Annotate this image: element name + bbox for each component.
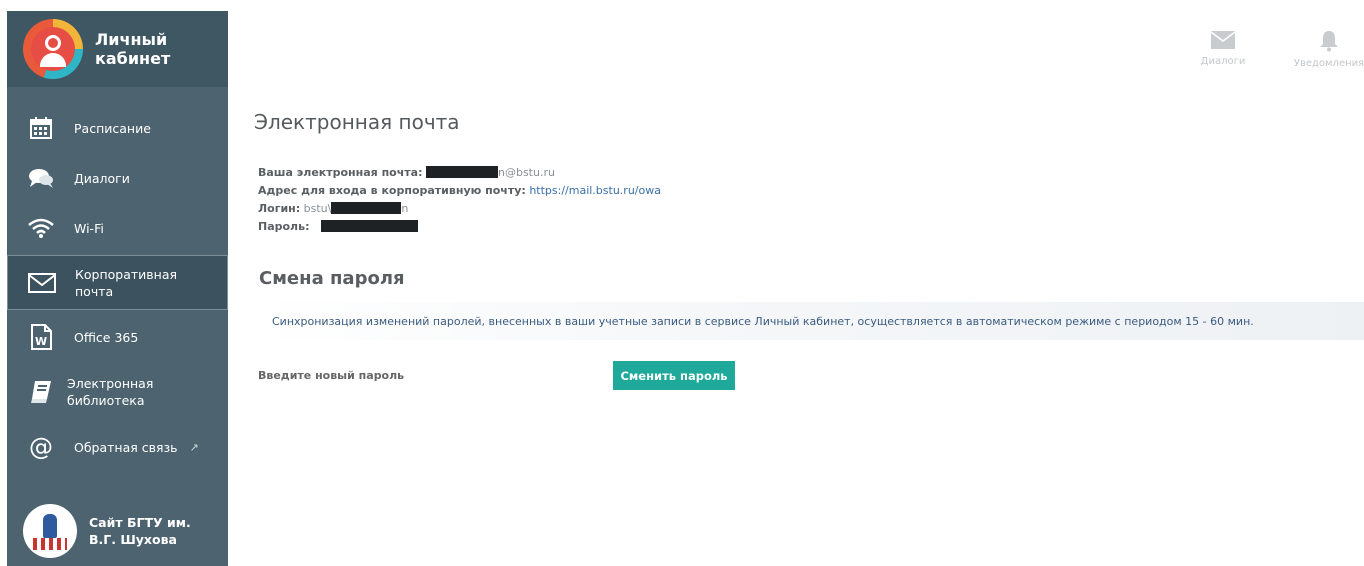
site-link-label: Сайт БГТУ им. В.Г. Шухова <box>89 515 191 547</box>
sidebar-item-corporate-mail[interactable]: Корпоративная почта <box>7 255 228 310</box>
email-suffix: n@bstu.ru <box>497 166 555 179</box>
book-icon <box>27 378 55 406</box>
brand-title: Личный кабинет <box>95 30 171 68</box>
sidebar-nav: Расписание Диалоги Wi-Fi Корпоративная п… <box>7 103 228 472</box>
sidebar-item-office365[interactable]: W Office 365 <box>7 312 228 362</box>
sync-notice-text: Синхронизация изменений паролей, внесенн… <box>272 314 1254 328</box>
sidebar-item-label: Корпоративная почта <box>75 266 177 299</box>
password-label: Пароль: <box>258 220 310 233</box>
chat-icon <box>27 164 55 192</box>
redacted-block <box>320 220 418 232</box>
login-label: Логин: <box>258 202 301 215</box>
mail-icon <box>1210 31 1236 49</box>
sidebar-item-label: Обратная связь <box>74 439 178 455</box>
svg-text:W: W <box>35 335 47 348</box>
sidebar-item-label: Электронная библиотека <box>67 376 154 408</box>
redacted-block <box>331 202 402 214</box>
sync-notice: Синхронизация изменений паролей, внесенн… <box>258 302 1364 340</box>
section-title-password: Смена пароля <box>259 268 405 289</box>
sidebar-item-feedback[interactable]: @ Обратная связь ↗ <box>7 422 228 472</box>
brand-logo <box>23 19 83 79</box>
sidebar-item-label: Wi-Fi <box>74 220 104 236</box>
envelope-icon <box>28 269 56 297</box>
email-row: Ваша электронная почта: n@bstu.ru <box>258 164 661 182</box>
sidebar-item-wifi[interactable]: Wi-Fi <box>7 203 228 253</box>
header-dialogs-label: Диалоги <box>1200 56 1246 67</box>
login-suffix: n <box>401 202 409 215</box>
wifi-icon <box>27 214 55 242</box>
redacted-block <box>425 166 498 178</box>
sidebar-item-label: Расписание <box>74 120 151 136</box>
sidebar-item-schedule[interactable]: Расписание <box>7 103 228 153</box>
change-password-button[interactable]: Сменить пароль <box>613 361 735 390</box>
header-notifications[interactable]: Уведомления <box>1289 30 1364 69</box>
sidebar-item-label: Диалоги <box>74 170 130 186</box>
at-sign-icon: @ <box>29 433 53 461</box>
corp-login-row: Адрес для входа в корпоративную почту: h… <box>258 182 661 200</box>
login-row: Логин: bstu\ n <box>258 200 661 218</box>
sidebar: Личный кабинет Расписание Диалоги Wi-Fi … <box>7 11 228 566</box>
email-info: Ваша электронная почта: n@bstu.ru Адрес … <box>258 164 661 236</box>
page-title: Электронная почта <box>254 110 460 134</box>
word-document-icon: W <box>27 323 55 351</box>
password-row: Пароль: <box>258 218 661 236</box>
header-dialogs[interactable]: Диалоги <box>1183 30 1263 67</box>
email-label: Ваша электронная почта: <box>258 166 423 179</box>
sidebar-item-label: Office 365 <box>74 329 139 345</box>
new-password-label: Введите новый пароль <box>258 369 405 382</box>
bstu-logo <box>23 504 77 558</box>
brand-header[interactable]: Личный кабинет <box>7 11 228 87</box>
corp-login-label: Адрес для входа в корпоративную почту: <box>258 184 526 197</box>
sidebar-item-dialogs[interactable]: Диалоги <box>7 153 228 203</box>
header-notifications-label: Уведомления <box>1293 58 1364 69</box>
bell-icon <box>1320 31 1338 52</box>
login-prefix: bstu\ <box>303 202 332 215</box>
external-link-icon: ↗ <box>189 440 199 454</box>
corp-login-link[interactable]: https://mail.bstu.ru/owa <box>529 184 661 197</box>
site-link[interactable]: Сайт БГТУ им. В.Г. Шухова <box>7 496 228 566</box>
calendar-icon <box>27 114 55 142</box>
sidebar-item-library[interactable]: Электронная библиотека <box>7 362 228 422</box>
